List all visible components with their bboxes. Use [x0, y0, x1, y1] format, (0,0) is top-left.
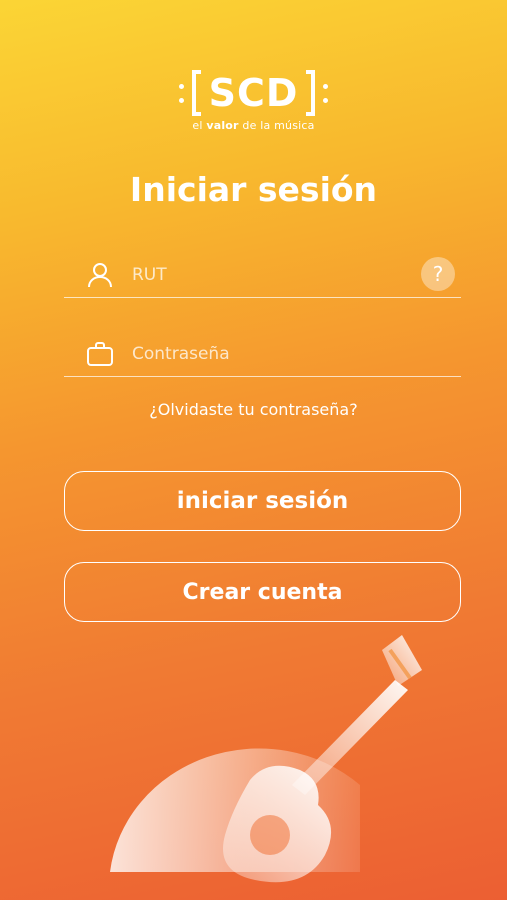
logo-dots-left	[178, 83, 184, 103]
create-account-button[interactable]: Crear cuenta	[64, 562, 461, 622]
login-button[interactable]: iniciar sesión	[64, 471, 461, 531]
logo-tagline: el valor de la música	[0, 119, 507, 132]
page-title: Iniciar sesión	[129, 170, 378, 209]
logo-dots-right	[323, 83, 329, 103]
password-field	[64, 332, 461, 377]
briefcase-icon	[87, 342, 113, 366]
forgot-password-link[interactable]: ¿Olvidaste tu contraseña?	[0, 400, 507, 419]
logo-bracket-right	[306, 70, 316, 116]
tagline-bold: valor	[206, 119, 239, 132]
scd-logo: SCD el valor de la música	[0, 70, 507, 132]
help-icon[interactable]: ?	[421, 257, 455, 291]
logo-brand-text: SCD	[208, 71, 299, 115]
guitar-illustration	[110, 635, 422, 883]
logo-bracket-left	[191, 70, 201, 116]
logo-mark: SCD	[178, 70, 329, 116]
guitar-soundhole	[250, 815, 290, 855]
rut-field: ?	[64, 253, 461, 298]
user-icon	[88, 263, 112, 288]
password-input[interactable]	[132, 340, 402, 368]
rut-input[interactable]	[132, 261, 402, 289]
tagline-post: de la música	[238, 119, 315, 132]
tagline-pre: el	[192, 119, 207, 132]
